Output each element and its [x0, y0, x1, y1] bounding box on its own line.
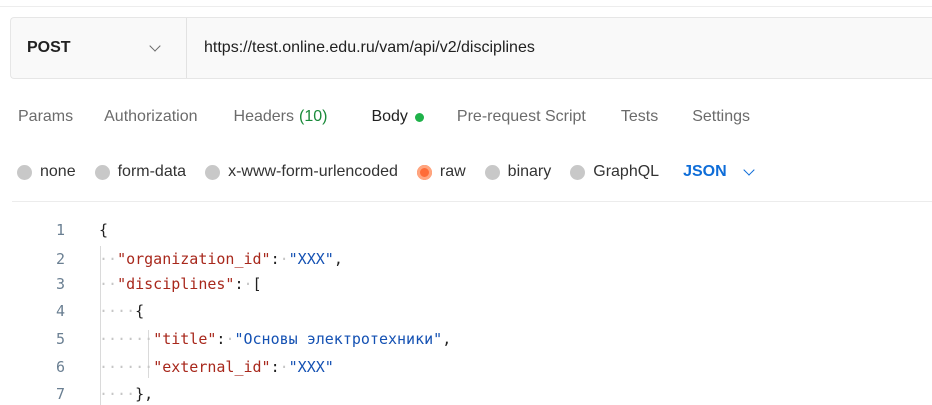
line-number: 1 — [55, 221, 65, 239]
code-line: 1 { — [12, 218, 932, 242]
json-key: "external_id" — [153, 358, 271, 376]
body-option-form-data[interactable]: form-data — [94, 163, 187, 181]
url-text: https://test.online.edu.ru/vam/api/v2/di… — [204, 39, 535, 56]
tab-settings[interactable]: Settings — [692, 104, 750, 130]
active-dot-icon — [414, 112, 424, 122]
tab-pre-request-script[interactable]: Pre-request Script — [457, 104, 586, 130]
language-select[interactable]: JSON — [683, 163, 755, 181]
body-type-options: none form-data x-www-form-urlencoded raw… — [17, 159, 755, 185]
code-line: 3 ··"disciplines":·[ — [12, 272, 932, 296]
line-number: 4 — [55, 302, 65, 320]
tab-headers[interactable]: Headers (10) — [234, 104, 328, 130]
option-label: binary — [507, 163, 552, 180]
request-bar: POST https://test.online.edu.ru/vam/api/… — [10, 17, 932, 79]
tab-params[interactable]: Params — [18, 104, 73, 130]
method-select[interactable]: POST — [11, 18, 187, 78]
divider — [12, 201, 932, 202]
radio-icon — [570, 164, 586, 180]
body-option-none[interactable]: none — [17, 163, 76, 181]
code-editor[interactable]: 1 { 2 ··"organization_id":·"XXX", 3 ··"d… — [12, 214, 932, 405]
json-key: "disciplines" — [117, 275, 235, 293]
json-key: "title" — [153, 330, 217, 348]
radio-icon — [17, 164, 32, 180]
option-label: form-data — [117, 163, 187, 180]
chevron-down-icon — [149, 40, 161, 52]
tab-label: Pre-request Script — [456, 108, 586, 125]
code-text: { — [99, 221, 109, 239]
code-text: ··"organization_id":·"XXX", — [99, 250, 343, 268]
code-line: 4 ····{ — [12, 299, 932, 323]
body-option-raw[interactable]: raw — [416, 163, 466, 181]
option-label: x-www-form-urlencoded — [228, 163, 398, 180]
code-text: ····}, — [99, 385, 154, 403]
code-line: 5 ······"title":·"Основы электротехники"… — [12, 327, 932, 351]
line-number: 6 — [55, 358, 65, 376]
code-text: ······"title":·"Основы электротехники", — [99, 330, 452, 348]
code-text: ······"external_id":·"XXX" — [99, 358, 334, 376]
json-value: "XXX" — [288, 358, 334, 376]
tab-tests[interactable]: Tests — [621, 104, 658, 130]
radio-selected-icon — [416, 164, 432, 180]
tab-label: Settings — [692, 108, 751, 125]
tab-label: Body — [371, 108, 408, 125]
body-option-x-www-form-urlencoded[interactable]: x-www-form-urlencoded — [205, 163, 398, 181]
body-option-graphql[interactable]: GraphQL — [570, 163, 659, 181]
line-number: 7 — [55, 385, 65, 403]
tab-label: Headers — [233, 108, 294, 125]
code-line: 6 ······"external_id":·"XXX" — [12, 355, 932, 379]
tab-authorization[interactable]: Authorization — [104, 104, 197, 130]
url-input[interactable]: https://test.online.edu.ru/vam/api/v2/di… — [187, 18, 932, 78]
json-key: "organization_id" — [117, 250, 271, 268]
language-label: JSON — [683, 163, 727, 180]
top-divider — [0, 6, 932, 7]
line-number: 3 — [55, 275, 65, 293]
line-number: 5 — [55, 330, 65, 348]
tab-body[interactable]: Body — [371, 104, 424, 130]
body-option-binary[interactable]: binary — [484, 163, 552, 181]
method-label: POST — [27, 39, 71, 56]
chevron-down-icon — [742, 164, 755, 176]
option-label: none — [40, 163, 76, 180]
tab-label: Authorization — [104, 108, 198, 125]
tab-label: Params — [18, 108, 74, 125]
line-number: 2 — [55, 250, 65, 268]
code-line: 7 ····}, — [12, 382, 932, 405]
code-line: 2 ··"organization_id":·"XXX", — [12, 247, 932, 271]
code-text: ··"disciplines":·[ — [99, 275, 262, 293]
request-tabs: Params Authorization Headers (10) Body P… — [18, 104, 781, 130]
option-label: GraphQL — [593, 163, 660, 180]
headers-count: (10) — [299, 108, 328, 125]
json-value: "Основы электротехники" — [234, 330, 443, 348]
radio-icon — [484, 164, 500, 180]
json-value: "XXX" — [288, 250, 334, 268]
radio-icon — [205, 164, 221, 180]
code-text: ····{ — [99, 302, 145, 320]
radio-icon — [94, 164, 110, 180]
tab-label: Tests — [620, 108, 659, 125]
option-label: raw — [439, 163, 466, 180]
